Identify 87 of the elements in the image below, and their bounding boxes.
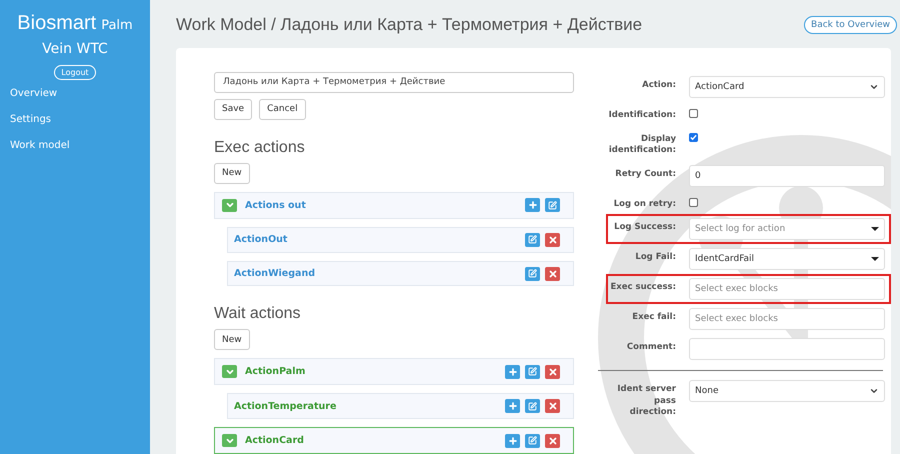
brand-subtitle: Vein WTC: [42, 41, 108, 57]
field-label: Exec fail:: [631, 311, 676, 324]
field-label: Comment:: [626, 341, 676, 354]
expand-toggle[interactable]: [222, 198, 237, 212]
edit-button[interactable]: [525, 266, 540, 280]
input-field[interactable]: [689, 338, 885, 360]
close-icon: [548, 234, 558, 245]
brand-name: Biosmart: [17, 12, 96, 35]
plus-icon: [508, 401, 518, 412]
plus-icon: [508, 366, 518, 377]
close-icon: [548, 366, 558, 377]
checkbox[interactable]: [689, 109, 698, 118]
nav-item[interactable]: Overview: [0, 80, 150, 106]
edit-button[interactable]: [525, 232, 540, 247]
input-field[interactable]: 0: [689, 164, 885, 186]
action-label: ActionWiegand: [234, 268, 316, 279]
action-label: ActionOut: [234, 234, 288, 246]
field-label: Ident server pass direction:: [616, 383, 676, 418]
add-button[interactable]: [505, 364, 520, 379]
expand-toggle[interactable]: [222, 365, 237, 378]
new-button[interactable]: New: [214, 329, 250, 350]
field-label: Retry Count:: [614, 168, 676, 180]
new-button[interactable]: New: [214, 162, 250, 184]
delete-button[interactable]: [545, 266, 560, 280]
section-title: Wait actions: [214, 305, 302, 324]
dropdown-field[interactable]: IdentCardFail: [689, 248, 885, 270]
field-label: Log Fail:: [634, 251, 676, 264]
edit-icon: [528, 235, 537, 244]
delete-button[interactable]: [545, 364, 560, 379]
edit-button[interactable]: [525, 434, 540, 448]
chevron-icon: [869, 82, 879, 92]
delete-button[interactable]: [545, 399, 560, 414]
check-icon: [690, 134, 697, 140]
nav-item[interactable]: Work model: [0, 132, 150, 158]
logout-button[interactable]: Logout: [54, 65, 96, 80]
delete-button[interactable]: [545, 434, 560, 448]
action-label: Actions out: [245, 200, 307, 211]
edit-icon: [528, 269, 537, 278]
edit-button[interactable]: [545, 198, 560, 212]
edit-button[interactable]: [525, 364, 540, 379]
field-label: Log Success:: [613, 221, 676, 234]
action-row[interactable]: ActionOut: [227, 226, 574, 253]
action-row[interactable]: ActionPalm: [214, 358, 574, 386]
action-row[interactable]: ActionTemperature: [227, 393, 574, 420]
save-button[interactable]: Save: [214, 98, 252, 120]
plus-icon: [508, 436, 518, 446]
close-icon: [548, 268, 558, 278]
delete-button[interactable]: [545, 232, 560, 247]
nav-item[interactable]: Settings: [0, 106, 150, 132]
edit-icon: [528, 367, 537, 376]
edit-icon: [528, 402, 537, 411]
chevron-icon: [869, 386, 879, 396]
add-button[interactable]: [505, 399, 520, 414]
close-icon: [548, 436, 558, 446]
edit-icon: [528, 436, 537, 446]
cancel-button[interactable]: Cancel: [259, 98, 306, 120]
field-label: Log on retry:: [612, 198, 676, 210]
add-button[interactable]: [525, 198, 540, 212]
edit-icon: [548, 200, 557, 210]
select-field[interactable]: ActionCard: [689, 76, 885, 98]
input-field[interactable]: Select exec blocks: [689, 278, 885, 300]
select-field[interactable]: None: [689, 380, 885, 402]
field-label: Exec success:: [609, 281, 676, 294]
action-label: ActionTemperature: [234, 400, 338, 412]
field-label: Identification:: [608, 109, 676, 122]
input-field[interactable]: Select exec blocks: [689, 308, 885, 330]
brand-suffix: Palm: [101, 18, 133, 33]
field-label: Action:: [641, 79, 676, 92]
edit-button[interactable]: [525, 399, 540, 414]
close-icon: [548, 401, 558, 412]
action-label: ActionPalm: [245, 366, 306, 378]
action-row[interactable]: ActionCard: [214, 427, 574, 454]
checkbox[interactable]: [689, 132, 698, 142]
dropdown-field[interactable]: Select log for action: [689, 218, 885, 240]
caret-icon: [871, 227, 879, 231]
action-row[interactable]: ActionWiegand: [227, 260, 574, 286]
action-label: ActionCard: [245, 435, 305, 446]
page-title: Work Model / Ладонь или Карта + Термометрия + Действие: [176, 15, 642, 35]
back-button[interactable]: Back to Overview: [804, 16, 897, 34]
field-label: Display identification:: [608, 132, 676, 156]
plus-icon: [528, 200, 538, 210]
add-button[interactable]: [505, 434, 520, 448]
expand-toggle[interactable]: [222, 434, 237, 448]
caret-icon: [871, 257, 879, 261]
name-field[interactable]: Ладонь или Карта + Термометрия + Действие: [214, 72, 574, 93]
action-row[interactable]: Actions out: [214, 192, 574, 219]
section-title: Exec actions: [214, 138, 306, 157]
